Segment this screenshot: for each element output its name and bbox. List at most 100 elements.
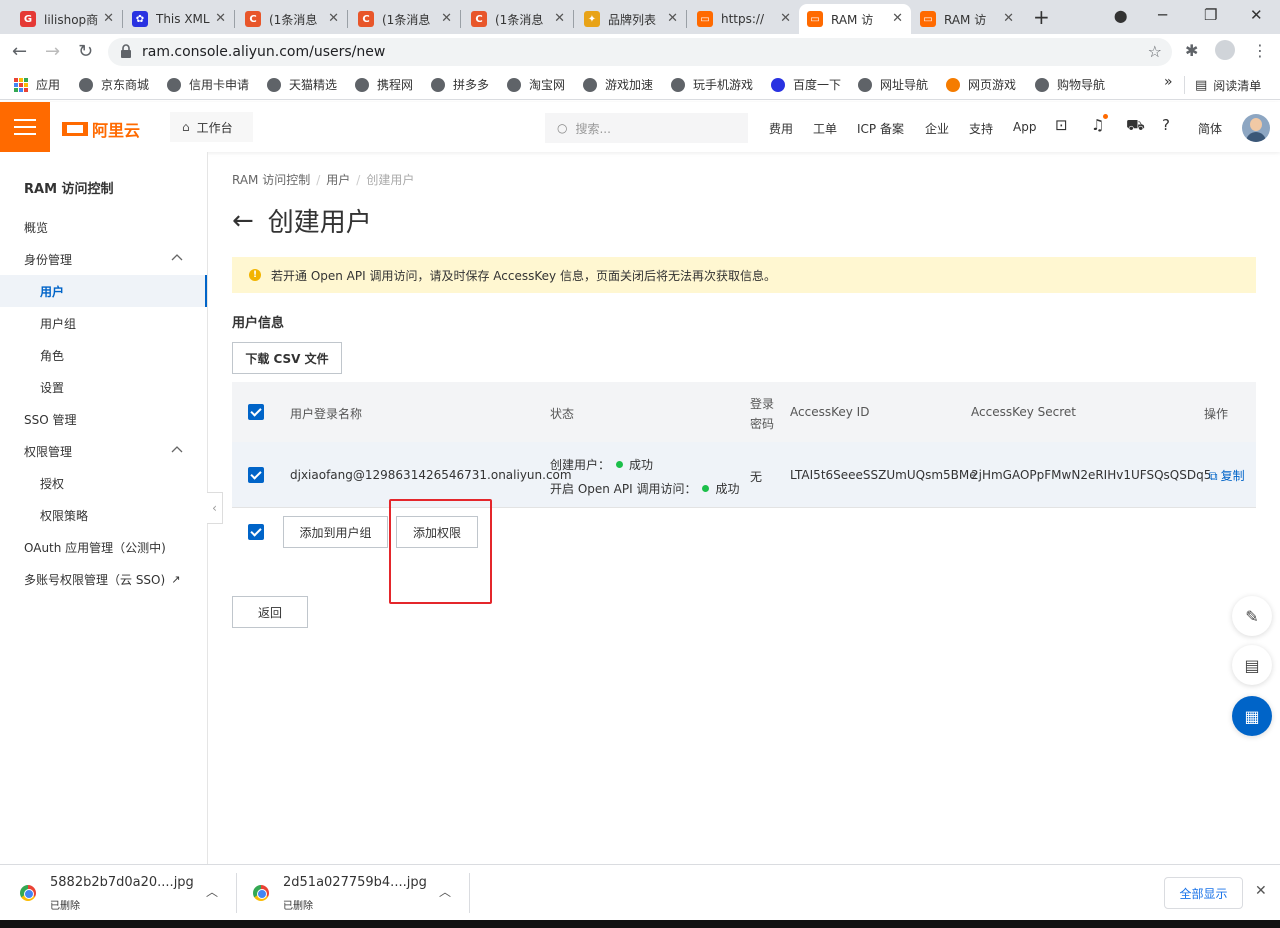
bookmark-item[interactable]: 网页游戏 xyxy=(946,76,1016,93)
sidebar-item-identity[interactable]: 身份管理 xyxy=(0,243,207,275)
bulk-select-checkbox[interactable] xyxy=(248,524,264,540)
workbench-button[interactable]: ⌂ 工作台 xyxy=(170,112,253,142)
bookmark-item[interactable]: 携程网 xyxy=(355,76,413,93)
bookmark-star-icon[interactable]: ☆ xyxy=(1148,42,1162,61)
bookmark-item[interactable]: 天猫精选 xyxy=(267,76,337,93)
aliyun-logo[interactable]: 阿里云 xyxy=(62,117,140,141)
tab-favicon-icon: C xyxy=(471,11,487,27)
terminal-icon[interactable]: ⊡ xyxy=(1055,116,1068,134)
browser-tab[interactable]: C (1条消息 ✕ xyxy=(237,4,347,34)
close-window-icon[interactable]: ✕ xyxy=(1250,6,1263,24)
download-csv-button[interactable]: 下载 CSV 文件 xyxy=(232,342,342,374)
bookmark-item[interactable]: 游戏加速 xyxy=(583,76,653,93)
reload-icon[interactable]: ↻ xyxy=(78,41,93,62)
bookmark-item[interactable]: 淘宝网 xyxy=(507,76,565,93)
reading-list[interactable]: ▤ 阅读清单 xyxy=(1184,76,1261,94)
breadcrumb-users[interactable]: 用户 xyxy=(326,173,350,187)
tab-search-icon[interactable]: ⬤ xyxy=(1114,9,1127,23)
bookmark-item[interactable]: 网址导航 xyxy=(858,76,928,93)
download-item[interactable]: 2d51a027759b4....jpg 已删除 ︿ xyxy=(233,865,469,921)
tab-title: RAM 访 xyxy=(944,12,987,27)
apps-icon[interactable]: ▦ xyxy=(1232,696,1272,736)
cart-icon[interactable]: ⛟ xyxy=(1126,116,1145,136)
bookmark-item[interactable]: 百度一下 xyxy=(771,76,841,93)
back-nav-icon[interactable]: ← xyxy=(12,41,27,62)
profile-icon[interactable] xyxy=(1215,40,1235,60)
back-arrow-icon[interactable]: ← xyxy=(232,206,254,236)
close-tab-icon[interactable]: ✕ xyxy=(1003,11,1014,26)
copy-button[interactable]: ⧉ 复制 xyxy=(1209,467,1245,484)
select-all-checkbox[interactable] xyxy=(248,404,264,420)
chevron-up-icon[interactable]: ︿ xyxy=(439,883,451,900)
sidebar-item-roles[interactable]: 角色 xyxy=(0,339,207,371)
sidebar-item-settings[interactable]: 设置 xyxy=(0,371,207,403)
new-tab-icon[interactable]: + xyxy=(1033,5,1050,29)
feedback-icon[interactable]: ✎ xyxy=(1232,596,1272,636)
sidebar-collapse-button[interactable]: ‹ xyxy=(207,492,223,524)
bookmark-item[interactable]: 玩手机游戏 xyxy=(671,76,753,93)
nav-support[interactable]: 支持 xyxy=(969,120,993,137)
return-button[interactable]: 返回 xyxy=(232,596,308,628)
close-tab-icon[interactable]: ✕ xyxy=(554,11,565,26)
sidebar-item-label: 授权 xyxy=(40,476,65,491)
menu-hamburger-icon[interactable] xyxy=(0,102,50,152)
browser-tab[interactable]: ✿ This XML ✕ xyxy=(124,4,234,34)
bookmark-item[interactable]: 购物导航 xyxy=(1035,76,1105,93)
close-tab-icon[interactable]: ✕ xyxy=(667,11,678,26)
close-download-bar-icon[interactable]: ✕ xyxy=(1255,883,1267,899)
sidebar-item-cloud-sso[interactable]: 多账号权限管理（云 SSO) ↗ xyxy=(0,563,207,595)
close-tab-icon[interactable]: ✕ xyxy=(103,11,114,26)
nav-app[interactable]: App xyxy=(1013,120,1036,134)
more-bookmarks-icon[interactable]: » xyxy=(1164,74,1173,90)
sidebar-item-sso[interactable]: SSO 管理 xyxy=(0,403,207,435)
forward-nav-icon[interactable]: → xyxy=(45,41,60,62)
home-icon: ⌂ xyxy=(182,120,190,134)
nav-icp[interactable]: ICP 备案 xyxy=(857,120,904,137)
browser-tab[interactable]: G lilishop商 ✕ xyxy=(12,4,122,34)
chevron-up-icon[interactable]: ︿ xyxy=(206,883,218,900)
browser-tab[interactable]: C (1条消息 ✕ xyxy=(463,4,573,34)
sidebar-item-grants[interactable]: 授权 xyxy=(0,467,207,499)
bookmark-item[interactable]: 拼多多 xyxy=(431,76,489,93)
console-search-input[interactable]: ○ 搜索... xyxy=(545,113,748,143)
nav-billing[interactable]: 费用 xyxy=(769,120,793,137)
browser-tab[interactable]: ▭ https:// ✕ xyxy=(689,4,799,34)
help-icon[interactable]: ? xyxy=(1162,116,1170,134)
close-tab-icon[interactable]: ✕ xyxy=(328,11,339,26)
browser-tab[interactable]: ✦ 品牌列表 ✕ xyxy=(576,4,686,34)
minimize-icon[interactable]: ─ xyxy=(1158,6,1167,24)
add-to-group-button[interactable]: 添加到用户组 xyxy=(283,516,388,548)
close-tab-icon[interactable]: ✕ xyxy=(780,11,791,26)
restore-icon[interactable]: ❐ xyxy=(1204,6,1217,24)
aliyun-logo-icon xyxy=(62,122,88,136)
row-checkbox[interactable] xyxy=(248,467,264,483)
nav-ticket[interactable]: 工单 xyxy=(813,120,837,137)
sidebar-item-oauth[interactable]: OAuth 应用管理（公测中) xyxy=(0,531,207,563)
sidebar-item-groups[interactable]: 用户组 xyxy=(0,307,207,339)
avatar[interactable] xyxy=(1242,114,1270,142)
browser-menu-icon[interactable]: ⋮ xyxy=(1252,41,1268,60)
close-tab-icon[interactable]: ✕ xyxy=(892,11,903,26)
breadcrumb-ram[interactable]: RAM 访问控制 xyxy=(232,173,310,187)
sidebar-item-permissions[interactable]: 权限管理 xyxy=(0,435,207,467)
close-tab-icon[interactable]: ✕ xyxy=(215,11,226,26)
download-item[interactable]: 5882b2b7d0a20....jpg 已删除 ︿ xyxy=(0,865,236,921)
nav-enterprise[interactable]: 企业 xyxy=(925,120,949,137)
bookmark-apps[interactable]: 应用 xyxy=(14,76,60,93)
bell-icon[interactable]: ♫ xyxy=(1091,116,1104,134)
url-input[interactable]: ram.console.aliyun.com/users/new ☆ xyxy=(108,38,1172,66)
browser-tab-active[interactable]: ▭ RAM 访 ✕ xyxy=(799,4,911,34)
sidebar-item-users[interactable]: 用户 xyxy=(0,275,207,307)
browser-tab[interactable]: C (1条消息 ✕ xyxy=(350,4,460,34)
sidebar-item-policies[interactable]: 权限策略 xyxy=(0,499,207,531)
bookmark-item[interactable]: 京东商城 xyxy=(79,76,149,93)
bookmark-label: 百度一下 xyxy=(793,78,842,92)
close-tab-icon[interactable]: ✕ xyxy=(441,11,452,26)
sidebar-item-overview[interactable]: 概览 xyxy=(0,211,207,243)
browser-tab[interactable]: ▭ RAM 访 ✕ xyxy=(912,4,1022,34)
show-all-button[interactable]: 全部显示 xyxy=(1164,877,1243,909)
chat-icon[interactable]: ▤ xyxy=(1232,645,1272,685)
language-switch[interactable]: 简体 xyxy=(1198,120,1222,137)
bookmark-item[interactable]: 信用卡申请 xyxy=(167,76,249,93)
extensions-icon[interactable]: ✱ xyxy=(1185,41,1198,60)
